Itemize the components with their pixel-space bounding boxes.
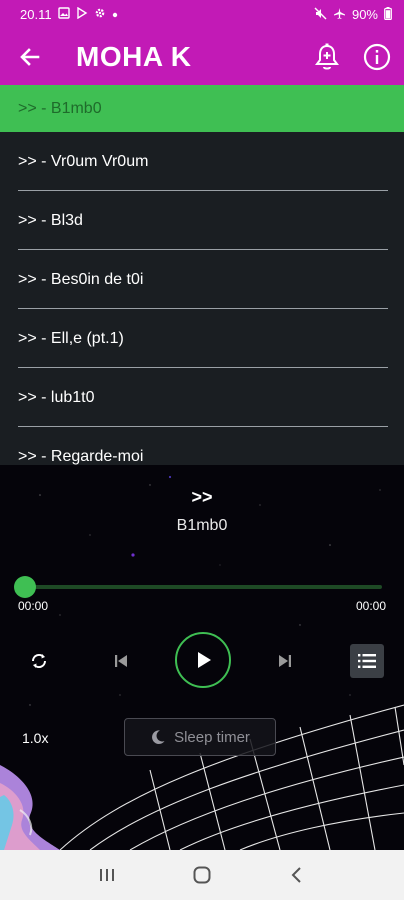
back-button[interactable] [0, 28, 60, 85]
list-icon [358, 654, 376, 668]
track-label: >> - lub1t0 [18, 388, 95, 406]
status-bar: 20.11 90% [0, 0, 404, 28]
app-bar: MOHA K [0, 28, 404, 85]
next-button[interactable] [272, 648, 298, 674]
repeat-button[interactable] [26, 648, 52, 674]
notification-button[interactable] [310, 40, 344, 74]
track-list[interactable]: >> - B1mb0 >> - Vr0um Vr0um >> - Bl3d >>… [0, 85, 404, 465]
skip-previous-icon [115, 655, 127, 667]
back-nav-button[interactable] [277, 855, 317, 895]
current-time: 00:00 [18, 599, 49, 613]
settings-icon [94, 7, 106, 21]
skip-next-icon [279, 655, 291, 667]
track-item[interactable]: >> - B1mb0 [0, 85, 404, 132]
track-item[interactable]: >> - Regarde-moi [0, 427, 404, 465]
track-label: >> - B1mb0 [18, 99, 102, 117]
queue-button[interactable] [350, 644, 384, 678]
track-label: >> - Bl3d [18, 211, 83, 229]
sleep-timer-button[interactable]: Sleep timer [124, 718, 276, 756]
play-store-icon [76, 6, 88, 21]
now-playing-title: B1mb0 [176, 517, 228, 534]
home-icon [193, 866, 211, 884]
battery-percent: 90% [351, 6, 378, 22]
info-button[interactable] [360, 40, 394, 74]
image-icon [57, 7, 70, 21]
play-button[interactable] [175, 632, 231, 688]
airplane-icon [333, 7, 346, 22]
moon-icon [152, 730, 165, 745]
home-button[interactable] [182, 855, 222, 895]
mute-icon [314, 7, 327, 22]
track-label: >> - Vr0um Vr0um [18, 152, 149, 170]
play-icon [198, 652, 211, 668]
total-time: 00:00 [355, 599, 386, 613]
battery-icon [384, 6, 392, 22]
back-arrow-icon [20, 47, 40, 66]
repeat-icon [31, 653, 47, 669]
track-item[interactable]: >> - Bl3d [0, 191, 404, 250]
previous-button[interactable] [108, 648, 134, 674]
recent-apps-button[interactable] [87, 855, 127, 895]
playback-speed-button[interactable]: 1.0x [22, 730, 48, 746]
now-playing-artist: >> [191, 487, 213, 507]
seek-bar[interactable] [14, 576, 382, 598]
track-label: >> - Ell,e (pt.1) [18, 329, 124, 347]
status-time: 20.11 [20, 6, 52, 22]
bell-add-icon [315, 43, 339, 69]
playback-controls [0, 630, 404, 690]
track-item[interactable]: >> - lub1t0 [0, 368, 404, 427]
player-panel: >> B1mb0 00:00 00:00 1.0x Sleep timer [0, 465, 404, 850]
sleep-timer-label: Sleep timer [174, 728, 250, 746]
page-title: MOHA K [76, 40, 192, 72]
dot-icon [112, 8, 118, 20]
system-nav-bar [0, 850, 404, 900]
track-item[interactable]: >> - Ell,e (pt.1) [0, 309, 404, 368]
info-icon [363, 43, 391, 70]
recent-apps-icon [100, 869, 115, 881]
track-item[interactable]: >> - Bes0in de t0i [0, 250, 404, 309]
track-item[interactable]: >> - Vr0um Vr0um [0, 132, 404, 191]
back-chevron-icon [291, 867, 301, 883]
track-label: >> - Bes0in de t0i [18, 270, 144, 288]
track-label: >> - Regarde-moi [18, 447, 144, 465]
seek-thumb[interactable] [14, 576, 36, 598]
